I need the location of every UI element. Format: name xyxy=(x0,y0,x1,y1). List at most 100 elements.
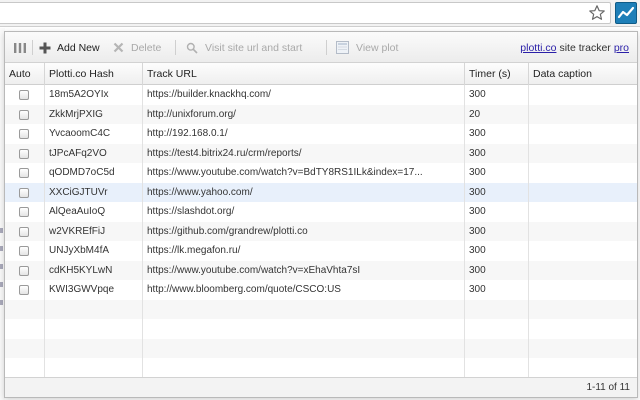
caption-cell xyxy=(529,85,637,105)
caption-cell xyxy=(529,183,637,203)
hash-cell: UNJyXbM4fA xyxy=(45,241,143,261)
table-row[interactable]: 18m5A2OYIx https://builder.knackhq.com/30… xyxy=(5,85,637,105)
caption-cell xyxy=(529,241,637,261)
table-row[interactable]: YvcaoomC4C http://192.168.0.1/300 xyxy=(5,124,637,144)
column-header-url[interactable]: Track URL xyxy=(143,63,465,85)
brand-link[interactable]: plotti.co xyxy=(520,42,556,54)
url-cell: https://builder.knackhq.com/ xyxy=(143,85,465,105)
view-plot-button[interactable]: View plot xyxy=(336,32,398,63)
url-cell: https://lk.megafon.ru/ xyxy=(143,241,465,261)
table-row[interactable]: qODMD7oC5d https://www.youtube.com/watch?… xyxy=(5,163,637,183)
empty-row xyxy=(5,338,637,359)
extension-chart-icon[interactable] xyxy=(615,2,637,24)
auto-cell xyxy=(5,85,45,105)
empty-cell xyxy=(143,319,465,339)
column-header-auto[interactable]: Auto xyxy=(5,63,45,85)
auto-cell xyxy=(5,104,45,124)
add-new-label: Add New xyxy=(57,41,100,54)
visit-site-label: Visit site url and start xyxy=(205,41,303,54)
add-new-button[interactable]: Add New xyxy=(39,32,100,63)
timer-cell: 300 xyxy=(465,260,529,280)
hash-cell: cdKH5KYLwN xyxy=(45,260,143,280)
auto-checkbox[interactable] xyxy=(19,226,29,237)
auto-checkbox[interactable] xyxy=(19,187,29,198)
table-row[interactable]: cdKH5KYLwN https://www.youtube.com/watch?… xyxy=(5,260,637,281)
empty-cell xyxy=(529,358,637,377)
empty-cell xyxy=(45,319,143,339)
brand-caption: site tracker xyxy=(559,41,611,54)
empty-cell xyxy=(465,319,529,339)
caption-cell xyxy=(529,124,637,144)
table-row[interactable]: ZkkMrjPXIG http://unixforum.org/20 xyxy=(5,104,637,124)
url-cell: http://unixforum.org/ xyxy=(143,104,465,124)
auto-checkbox[interactable] xyxy=(19,168,29,178)
auto-checkbox[interactable] xyxy=(19,265,29,276)
auto-checkbox[interactable] xyxy=(19,246,29,256)
auto-checkbox[interactable] xyxy=(19,129,29,139)
empty-cell xyxy=(143,299,465,319)
auto-checkbox[interactable] xyxy=(19,207,29,217)
page-fragment xyxy=(0,264,3,269)
auto-checkbox[interactable] xyxy=(19,148,29,159)
table-row[interactable]: AlQeaAuIoQ https://slashdot.org/300 xyxy=(5,202,637,222)
empty-cell xyxy=(5,338,45,358)
columns-icon xyxy=(14,42,26,53)
search-icon xyxy=(186,42,198,54)
table-row[interactable]: XXCiGJTUVr https://www.yahoo.com/300 xyxy=(5,182,637,203)
column-header-timer[interactable]: Timer (s) xyxy=(465,63,529,85)
delete-x-icon xyxy=(113,42,124,53)
url-cell: http://192.168.0.1/ xyxy=(143,124,465,144)
caption-cell xyxy=(529,261,637,281)
timer-cell: 300 xyxy=(465,241,529,261)
star-icon[interactable] xyxy=(588,4,606,22)
hash-cell: AlQeaAuIoQ xyxy=(45,202,143,222)
empty-row xyxy=(5,319,637,339)
empty-cell xyxy=(143,338,465,358)
auto-cell xyxy=(5,241,45,261)
timer-cell: 300 xyxy=(465,221,529,241)
auto-checkbox[interactable] xyxy=(19,109,29,120)
auto-checkbox[interactable] xyxy=(19,90,29,100)
empty-cell xyxy=(529,339,637,359)
visit-site-button[interactable]: Visit site url and start xyxy=(186,32,302,63)
timer-cell: 300 xyxy=(465,280,529,300)
hash-cell: KWI3GWVpqe xyxy=(45,280,143,300)
page-fragment xyxy=(0,228,3,233)
timer-cell: 300 xyxy=(465,143,529,163)
auto-cell xyxy=(5,124,45,144)
url-cell: https://www.youtube.com/watch?v=xEhaVhta… xyxy=(143,260,465,280)
table-row[interactable]: w2VKREfFiJ https://github.com/grandrew/pl… xyxy=(5,221,637,242)
column-header-caption[interactable]: Data caption xyxy=(529,63,637,85)
hash-cell: tJPcAFq2VO xyxy=(45,143,143,163)
toolbar-separator xyxy=(175,40,176,55)
table-row[interactable]: tJPcAFq2VO https://test4.bitrix24.ru/crm/… xyxy=(5,143,637,164)
url-cell: https://www.yahoo.com/ xyxy=(143,182,465,202)
timer-cell: 300 xyxy=(465,124,529,144)
auto-cell xyxy=(5,221,45,241)
columns-button[interactable] xyxy=(13,32,27,63)
toolbar-separator xyxy=(32,40,33,55)
empty-cell xyxy=(5,299,45,319)
column-header-hash[interactable]: Plotti.co Hash xyxy=(45,63,143,85)
pro-link[interactable]: pro xyxy=(614,42,629,54)
browser-toolbar xyxy=(0,0,640,27)
view-plot-label: View plot xyxy=(356,41,399,54)
table-row[interactable]: UNJyXbM4fA https://lk.megafon.ru/300 xyxy=(5,241,637,261)
hash-cell: YvcaoomC4C xyxy=(45,124,143,144)
auto-cell xyxy=(5,260,45,280)
caption-cell xyxy=(529,144,637,164)
hash-cell: qODMD7oC5d xyxy=(45,163,143,183)
caption-cell xyxy=(529,222,637,242)
caption-cell xyxy=(529,202,637,222)
auto-checkbox[interactable] xyxy=(19,285,29,295)
hash-cell: w2VKREfFiJ xyxy=(45,221,143,241)
url-cell: https://github.com/grandrew/plotti.co xyxy=(143,221,465,241)
empty-cell xyxy=(529,300,637,320)
table-row[interactable]: KWI3GWVpqe http://www.bloomberg.com/quote… xyxy=(5,280,637,300)
pager-info: 1-11 of 11 xyxy=(586,382,630,393)
address-bar[interactable] xyxy=(0,2,611,24)
empty-cell xyxy=(465,299,529,319)
timer-cell: 20 xyxy=(465,104,529,124)
page-fragment xyxy=(0,246,3,251)
delete-button[interactable]: Delete xyxy=(113,32,161,63)
